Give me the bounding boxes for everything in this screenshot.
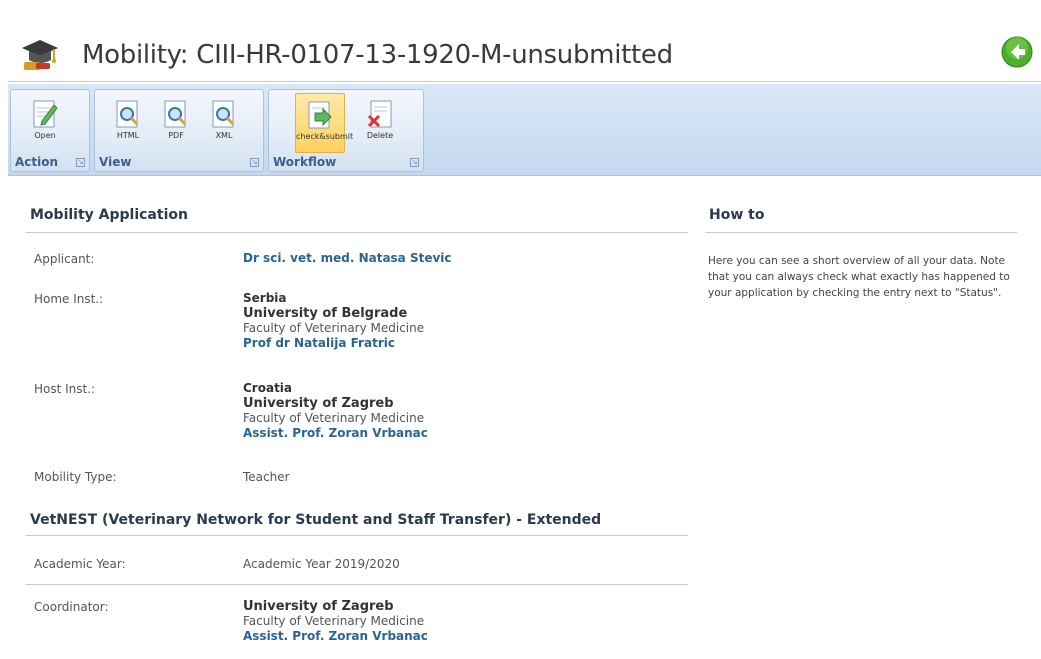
coordinator-label: Coordinator: <box>34 600 109 614</box>
home-inst-value: Serbia University of Belgrade Faculty of… <box>243 291 424 351</box>
open-button-label: Open <box>34 131 56 140</box>
html-view-icon <box>103 99 153 129</box>
xml-button-label: XML <box>215 131 233 140</box>
home-contact-link[interactable]: Prof dr Natalija Fratric <box>243 336 424 351</box>
page-title: Mobility: CIII-HR-0107-13-1920-M-unsubmi… <box>82 40 673 70</box>
home-university: University of Belgrade <box>243 306 408 321</box>
group-launcher-icon[interactable]: ↘ <box>250 158 259 167</box>
section-title-network: VetNEST (Veterinary Network for Student … <box>30 512 602 528</box>
academic-year-text: Academic Year 2019/2020 <box>243 557 400 571</box>
coordinator-faculty: Faculty of Veterinary Medicine <box>243 614 425 628</box>
html-button-label: HTML <box>116 131 140 140</box>
section-title-howto: How to <box>709 207 765 223</box>
coordinator-university: University of Zagreb <box>243 599 394 614</box>
home-country: Serbia <box>243 291 287 305</box>
applicant-label: Applicant: <box>34 252 95 266</box>
xml-button[interactable]: XML <box>199 93 249 153</box>
row-divider <box>26 584 688 585</box>
xml-view-icon <box>199 99 249 129</box>
section-title-mobility: Mobility Application <box>30 207 188 223</box>
back-arrow-icon[interactable] <box>1001 36 1033 68</box>
graduation-cap-icon <box>20 36 60 72</box>
applicant-link[interactable]: Dr sci. vet. med. Natasa Stevic <box>243 251 452 266</box>
host-university: University of Zagreb <box>243 396 394 411</box>
open-button[interactable]: Open <box>20 93 70 153</box>
ribbon-group-view: HTML PDF XML View ↘ <box>94 89 264 172</box>
host-contact-link[interactable]: Assist. Prof. Zoran Vrbanac <box>243 426 428 441</box>
host-faculty: Faculty of Veterinary Medicine <box>243 411 425 425</box>
group-launcher-icon[interactable]: ↘ <box>410 158 419 167</box>
ribbon-group-workflow: check&submit Delete Workflow ↘ <box>268 89 424 172</box>
ribbon-toolbar: Open Action ↘ HTML PDF XML View ↘ check&… <box>8 84 1041 176</box>
coordinator-contact-link[interactable]: Assist. Prof. Zoran Vrbanac <box>243 629 428 644</box>
coordinator-value: University of Zagreb Faculty of Veterina… <box>243 599 428 644</box>
pdf-button[interactable]: PDF <box>151 93 201 153</box>
section-divider <box>705 232 1017 233</box>
academic-year-label: Academic Year: <box>34 557 126 571</box>
host-inst-label: Host Inst.: <box>34 382 96 396</box>
mobility-type-value: Teacher <box>243 470 290 485</box>
ribbon-group-label: View <box>99 155 132 169</box>
home-inst-label: Home Inst.: <box>34 292 104 306</box>
pdf-button-label: PDF <box>168 131 184 140</box>
open-edit-icon <box>20 99 70 129</box>
ribbon-group-label: Workflow <box>273 155 337 169</box>
delete-button[interactable]: Delete <box>355 93 405 153</box>
ribbon-group-action: Open Action ↘ <box>10 89 90 172</box>
section-divider <box>26 535 688 536</box>
check-submit-button-label: check&submit <box>296 132 354 141</box>
title-bar: Mobility: CIII-HR-0107-13-1920-M-unsubmi… <box>8 0 1041 82</box>
academic-year-value: Academic Year 2019/2020 <box>243 557 400 572</box>
host-inst-value: Croatia University of Zagreb Faculty of … <box>243 381 428 441</box>
host-country: Croatia <box>243 381 293 395</box>
group-launcher-icon[interactable]: ↘ <box>76 158 85 167</box>
mobility-type-label: Mobility Type: <box>34 470 117 484</box>
delete-icon <box>355 99 405 129</box>
home-faculty: Faculty of Veterinary Medicine <box>243 321 425 335</box>
section-divider <box>26 232 688 233</box>
delete-button-label: Delete <box>366 131 394 140</box>
howto-text: Here you can see a short overview of all… <box>708 255 1010 299</box>
mobility-type-text: Teacher <box>243 470 290 484</box>
applicant-value: Dr sci. vet. med. Natasa Stevic <box>243 251 452 266</box>
check-submit-button[interactable]: check&submit <box>295 93 354 153</box>
check-submit-icon <box>296 100 344 130</box>
pdf-view-icon <box>151 99 201 129</box>
html-button[interactable]: HTML <box>103 93 153 153</box>
ribbon-group-label: Action <box>15 155 59 169</box>
